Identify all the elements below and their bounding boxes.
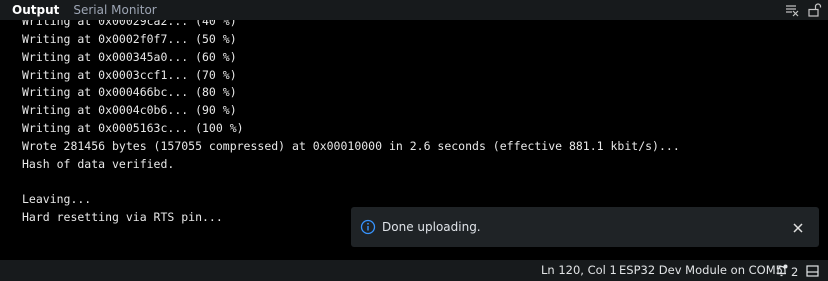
status-bar: Ln 120, Col 1 ESP32 Dev Module on COM5 2 [0, 260, 828, 281]
notifications-button[interactable]: 2 [775, 264, 798, 280]
board-selector[interactable]: ESP32 Dev Module on COM5 [619, 260, 783, 281]
unlock-scroll-icon[interactable] [806, 2, 822, 18]
console-line: Wrote 281456 bytes (157055 compressed) a… [22, 138, 680, 153]
console-line: Hash of data verified. [22, 156, 175, 171]
close-icon[interactable] [791, 220, 805, 234]
panel-icon[interactable] [806, 265, 819, 280]
console-line: Writing at 0x000466bc... (80 %) [22, 85, 237, 100]
output-panel-tabbar: Output Serial Monitor [0, 0, 828, 20]
cursor-position[interactable]: Ln 120, Col 1 [541, 260, 617, 281]
tabbar-actions [784, 2, 822, 18]
clear-output-icon[interactable] [784, 2, 800, 18]
notification-count: 2 [791, 264, 799, 279]
console-line: Writing at 0x0003ccf1... (70 %) [22, 67, 237, 82]
toast-message: Done uploading. [382, 220, 481, 234]
notification-toast: Done uploading. [351, 207, 819, 247]
console-lines: Writing at 0x00029ca2... (40 %) Writing a… [22, 20, 680, 227]
console-line: Writing at 0x0004c0b6... (90 %) [22, 103, 237, 118]
console-line: Writing at 0x00029ca2... (40 %) [22, 20, 237, 28]
tab-serial-monitor[interactable]: Serial Monitor [73, 0, 156, 20]
console-line: Writing at 0x0005163c... (100 %) [22, 121, 244, 136]
bell-icon [775, 264, 788, 280]
console-line: Writing at 0x000345a0... (60 %) [22, 49, 237, 64]
console-line: Writing at 0x0002f0f7... (50 %) [22, 31, 237, 46]
tab-output[interactable]: Output [12, 0, 59, 20]
info-icon [360, 219, 376, 235]
